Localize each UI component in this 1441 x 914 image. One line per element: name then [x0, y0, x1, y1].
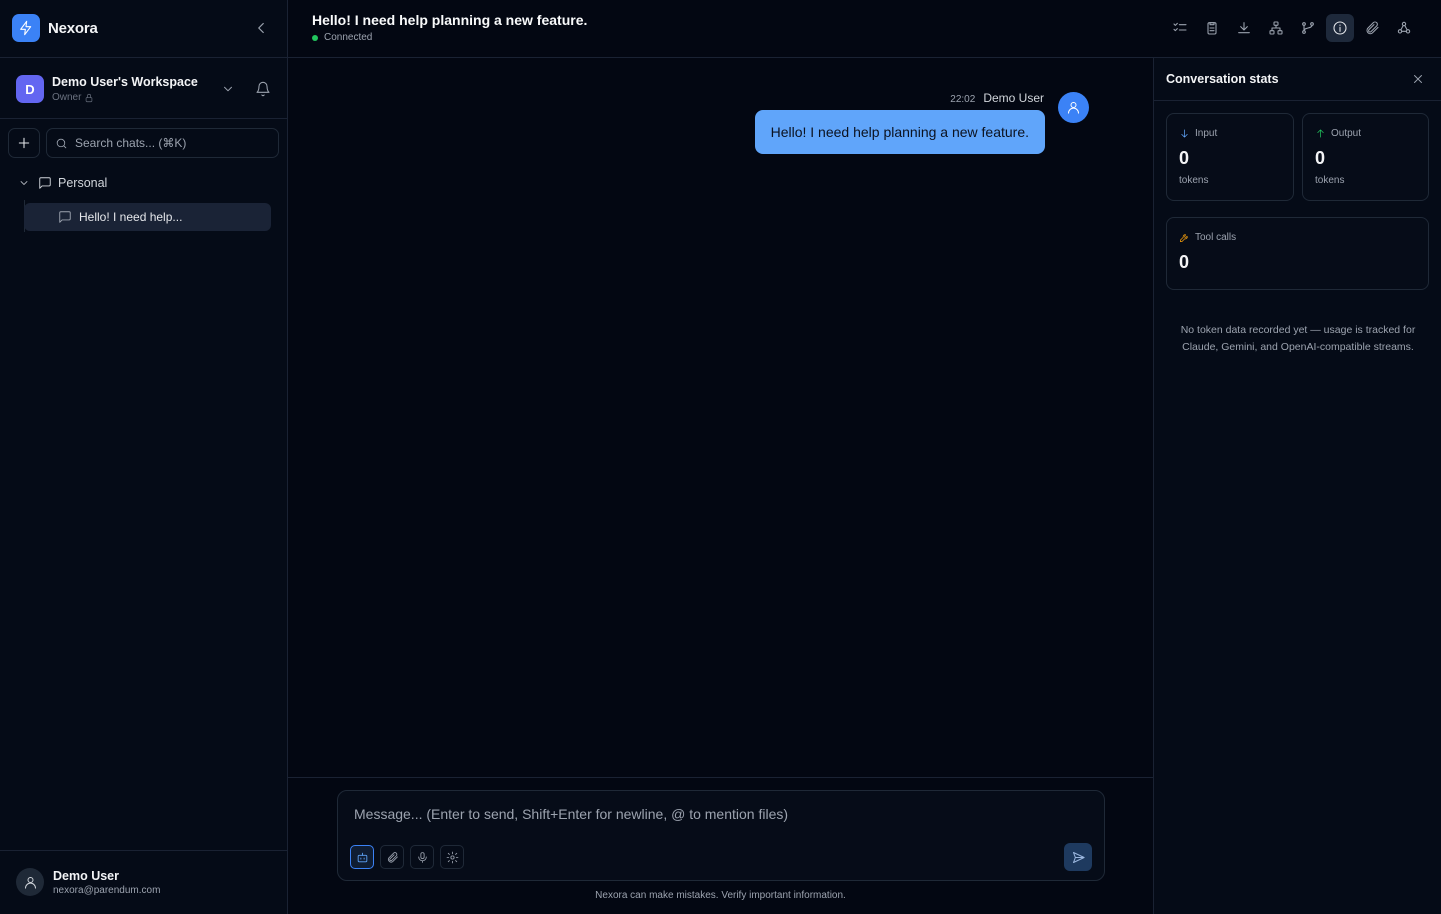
search-box[interactable]: Search chats... (⌘K) [46, 128, 279, 158]
wrench-icon [1179, 232, 1190, 243]
stat-value: 0 [1315, 148, 1326, 168]
sitemap-icon[interactable] [1262, 14, 1290, 42]
search-input[interactable]: Search chats... (⌘K) [75, 136, 186, 150]
user-name: Demo User [53, 868, 119, 883]
stat-label: Input [1179, 128, 1217, 139]
stats-panel: Conversation stats Input 0 tokens Output… [1153, 58, 1441, 914]
stat-card-input: Input 0 tokens [1166, 113, 1294, 201]
chevron-left-icon[interactable] [252, 19, 270, 37]
app-name: Nexora [48, 19, 98, 37]
message-square-icon [38, 176, 52, 190]
divider [0, 118, 287, 119]
message-time: 22:02 [950, 94, 976, 105]
message-meta: 22:02 Demo User [950, 91, 1044, 105]
header-toolbar [1166, 14, 1418, 42]
stat-label-text: Input [1195, 128, 1218, 139]
status-text: Connected [324, 32, 373, 43]
user-message-bubble: Hello! I need help planning a new featur… [754, 110, 1045, 154]
folder-personal[interactable]: Personal [18, 176, 107, 190]
workspace-role-label: Owner [52, 92, 82, 103]
message-author: Demo User [983, 91, 1044, 105]
brand: Nexora [12, 14, 98, 42]
paperclip-icon[interactable] [1358, 14, 1386, 42]
workspace-name: Demo User's Workspace [52, 75, 198, 89]
stat-label-text: Tool calls [1195, 232, 1237, 243]
composer-tools [350, 845, 464, 869]
stat-label: Output [1315, 128, 1361, 139]
message-input[interactable] [354, 806, 1054, 822]
panel-title: Conversation stats [1166, 72, 1279, 86]
gear-icon[interactable] [440, 845, 464, 869]
status-dot [312, 34, 318, 41]
disclaimer: Nexora can make mistakes. Verify importa… [595, 890, 846, 901]
clipboard-icon[interactable] [1198, 14, 1226, 42]
stat-label-text: Output [1331, 128, 1362, 139]
page-title: Hello! I need help planning a new featur… [312, 12, 588, 28]
close-icon[interactable] [1411, 72, 1425, 86]
sidebar-chat-item[interactable]: Hello! I need help... [24, 203, 271, 231]
folder-label: Personal [58, 176, 108, 190]
stat-value: 0 [1179, 252, 1190, 272]
workspace-role: Owner [52, 92, 198, 103]
divider [0, 850, 287, 851]
user-icon [16, 868, 44, 896]
info-icon[interactable] [1326, 14, 1354, 42]
chat-header: Hello! I need help planning a new featur… [288, 0, 1441, 58]
plus-icon [16, 135, 32, 151]
divider [0, 57, 287, 58]
chat-main: 22:02 Demo User Hello! I need help plann… [288, 58, 1153, 914]
chat-item-label: Hello! I need help... [79, 210, 183, 224]
stat-value: 0 [1179, 148, 1190, 168]
stat-card-output: Output 0 tokens [1302, 113, 1429, 201]
workspace-switcher[interactable]: D Demo User's Workspace Owner [16, 75, 198, 103]
bell-icon[interactable] [255, 81, 271, 97]
chevron-down-icon [18, 177, 30, 189]
lock-icon [84, 93, 94, 103]
panel-note: No token data recorded yet — usage is tr… [1180, 324, 1416, 353]
bot-icon[interactable] [350, 845, 374, 869]
stat-card-tool-calls: Tool calls 0 [1166, 217, 1429, 290]
connection-status: Connected [312, 32, 372, 43]
paperclip-icon[interactable] [380, 845, 404, 869]
user-card[interactable]: Demo User nexora@parendum.com [16, 868, 160, 896]
workspace-avatar: D [16, 75, 44, 103]
sidebar: Nexora D Demo User's Workspace Owner Sea… [0, 0, 288, 914]
stat-label: Tool calls [1179, 232, 1236, 243]
send-icon [1071, 850, 1086, 865]
stat-unit: tokens [1179, 175, 1209, 186]
git-branch-icon[interactable] [1294, 14, 1322, 42]
user-email: nexora@parendum.com [53, 884, 161, 896]
microphone-icon[interactable] [410, 845, 434, 869]
download-icon[interactable] [1230, 14, 1258, 42]
divider [1154, 100, 1441, 101]
divider [288, 777, 1153, 778]
arrow-down-icon [1179, 128, 1190, 139]
new-chat-button[interactable] [8, 128, 40, 158]
bolt-icon [12, 14, 40, 42]
checklist-icon[interactable] [1166, 14, 1194, 42]
arrow-up-icon [1315, 128, 1326, 139]
webhook-icon[interactable] [1390, 14, 1418, 42]
user-icon [1058, 92, 1089, 123]
send-button[interactable] [1064, 843, 1092, 871]
stat-unit: tokens [1315, 175, 1345, 186]
message-composer [337, 790, 1105, 881]
search-icon [55, 137, 68, 150]
chevron-down-icon[interactable] [221, 82, 235, 96]
message-square-icon [58, 210, 72, 224]
